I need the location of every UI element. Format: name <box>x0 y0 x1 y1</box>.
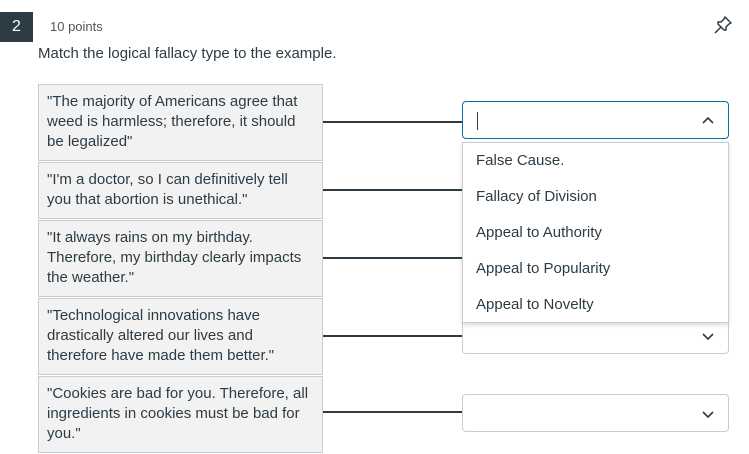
dropdown-option[interactable]: Appeal to Popularity <box>476 260 610 277</box>
match-select[interactable] <box>462 394 729 432</box>
connector-line <box>323 335 462 337</box>
dropdown-option[interactable]: False Cause. <box>476 152 564 169</box>
match-select-open[interactable] <box>462 101 729 139</box>
dropdown-option[interactable]: Appeal to Authority <box>476 224 602 241</box>
chevron-up-icon <box>702 116 714 124</box>
connector-line <box>323 257 462 259</box>
dropdown-list: False Cause. Fallacy of Division Appeal … <box>462 142 729 323</box>
connector-line <box>323 121 462 123</box>
dropdown-option[interactable]: Fallacy of Division <box>476 188 597 205</box>
connector-line <box>323 189 462 191</box>
answer-card: "Cookies are bad for you. Therefore, all… <box>38 376 323 453</box>
question-points: 10 points <box>50 19 103 34</box>
text-cursor <box>477 112 478 130</box>
chevron-down-icon <box>702 411 714 419</box>
connector-line <box>323 411 462 413</box>
question-prompt: Match the logical fallacy type to the ex… <box>38 45 337 62</box>
dropdown-option[interactable]: Appeal to Novelty <box>476 296 594 313</box>
answer-card: "The majority of Americans agree that we… <box>38 84 323 161</box>
question-number: 2 <box>0 12 33 42</box>
pin-icon[interactable] <box>712 14 734 36</box>
chevron-down-icon <box>702 333 714 341</box>
answer-card: "It always rains on my birthday. Therefo… <box>38 220 323 297</box>
answer-card: "I'm a doctor, so I can definitively tel… <box>38 162 323 219</box>
answer-card: "Technological innovations have drastica… <box>38 298 323 375</box>
